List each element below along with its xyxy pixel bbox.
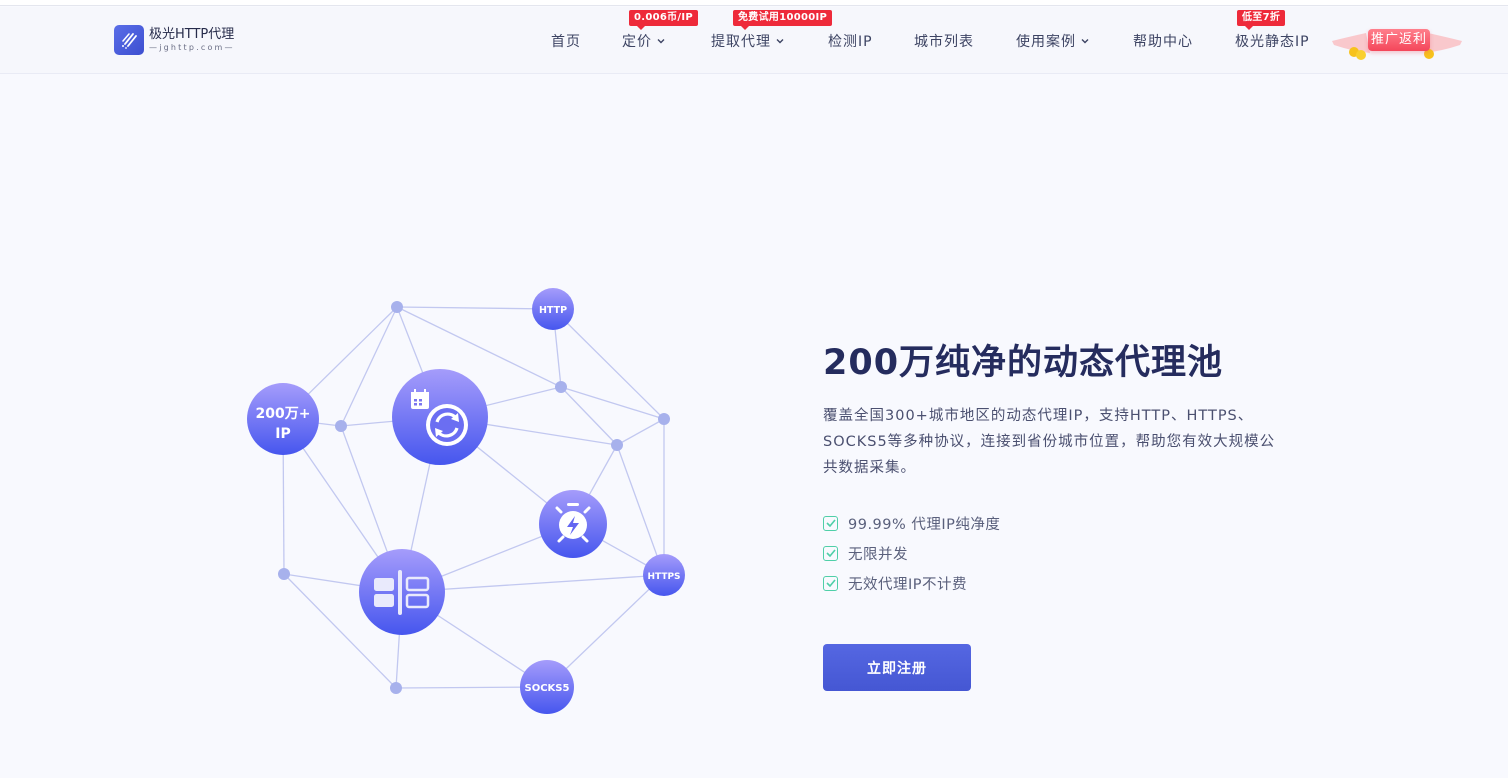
network-edge: [616, 444, 665, 576]
feature-item: 无效代理IP不计费: [823, 568, 1000, 598]
nav-help-center[interactable]: 帮助中心: [1133, 31, 1193, 51]
feature-text: 无限并发: [848, 546, 908, 563]
socks5-node: SOCKS5: [520, 660, 574, 714]
nav-home[interactable]: 首页: [551, 31, 581, 51]
nav-pricing-label: 定价: [622, 34, 652, 50]
check-icon: [823, 545, 838, 561]
check-icon: [823, 575, 838, 591]
layout-panels-icon: [359, 549, 445, 635]
network-edge: [546, 574, 665, 688]
nav-home-label: 首页: [551, 34, 581, 50]
network-edge: [396, 306, 554, 310]
pricing-badge: 0.006币/IP: [629, 10, 699, 30]
network-edge: [616, 418, 665, 446]
network-junction-dot: [611, 439, 623, 451]
hero-title: 200万纯净的动态代理池: [823, 343, 1224, 383]
ip-pool-line2: IP: [275, 426, 290, 442]
network-edge: [560, 386, 665, 420]
extract-badge: 免费试用10000IP: [733, 10, 833, 30]
network-edge: [439, 386, 562, 418]
http-node: HTTP: [532, 288, 574, 330]
nav-help-center-label: 帮助中心: [1133, 34, 1193, 50]
register-button[interactable]: 立即注册: [823, 644, 971, 691]
network-junction-dot: [335, 420, 347, 432]
socks5-label: SOCKS5: [525, 683, 570, 694]
chevron-down-icon: [1081, 39, 1089, 44]
browser-top-edge: [0, 0, 1508, 6]
network-junctions: [278, 301, 670, 694]
network-edge: [396, 306, 562, 388]
chevron-down-icon: [776, 39, 784, 44]
chevron-down-icon: [657, 39, 665, 44]
promo-rebate-button[interactable]: 推广返利: [1330, 25, 1464, 61]
feature-item: 99.99% 代理IP纯净度: [823, 508, 1000, 538]
network-junction-dot: [391, 301, 403, 313]
feature-item: 无限并发: [823, 538, 1000, 568]
network-edge: [340, 306, 398, 427]
network-edge: [439, 416, 618, 446]
network-edge: [282, 418, 403, 593]
network-edge: [282, 418, 342, 427]
network-edge: [439, 416, 574, 525]
network-edge: [282, 306, 398, 420]
network-edge: [282, 418, 285, 575]
logo-subtitle: —jghttp.com—: [149, 43, 235, 52]
network-edge: [395, 686, 548, 689]
network-junction-dot: [658, 413, 670, 425]
stopwatch-lightning-icon: [539, 490, 607, 558]
http-label: HTTP: [539, 305, 567, 316]
feature-text: 99.99% 代理IP纯净度: [848, 516, 1001, 533]
network-edge: [283, 573, 403, 593]
nav-city-list-label: 城市列表: [914, 34, 974, 50]
https-label: HTTPS: [647, 572, 680, 582]
network-edge: [395, 591, 403, 689]
network-illustration: 200万+ IP HTTP HTTPS SOCKS5: [247, 288, 685, 714]
nav-city-list[interactable]: 城市列表: [914, 31, 974, 51]
network-edges: [282, 306, 665, 689]
feature-list: 99.99% 代理IP纯净度 无限并发 无效代理IP不计费: [823, 508, 1000, 598]
calendar-rotate-icon: [392, 369, 488, 465]
network-edge: [340, 425, 403, 593]
network-junction-dot: [555, 381, 567, 393]
feature-text: 无效代理IP不计费: [848, 576, 968, 593]
nav-extract-proxy-label: 提取代理: [711, 34, 771, 50]
nav-static-ip-label: 极光静态IP: [1235, 34, 1310, 50]
https-node: HTTPS: [643, 554, 685, 596]
nav-extract-proxy[interactable]: 提取代理: [711, 31, 784, 51]
network-edge: [401, 591, 548, 688]
check-icon: [823, 515, 838, 531]
ip-pool-node: 200万+ IP: [247, 383, 319, 455]
network-edge: [401, 416, 441, 593]
nav-static-ip[interactable]: 极光静态IP: [1235, 31, 1310, 51]
logo[interactable]: 极光HTTP代理 —jghttp.com—: [114, 25, 235, 55]
network-edge: [340, 416, 441, 427]
network-edge: [560, 386, 618, 446]
network-edge: [552, 308, 562, 388]
nav-use-cases[interactable]: 使用案例: [1016, 31, 1089, 51]
network-edge: [572, 444, 618, 525]
network-junction-dot: [390, 682, 402, 694]
network-junction-dot: [278, 568, 290, 580]
network-edge: [572, 523, 665, 576]
nav-use-cases-label: 使用案例: [1016, 34, 1076, 50]
hero-description: 覆盖全国300+城市地区的动态代理IP，支持HTTP、HTTPS、SOCKS5等…: [823, 408, 1276, 476]
network-edge: [396, 306, 441, 418]
static-ip-badge: 低至7折: [1237, 10, 1286, 30]
comet-lines-icon: [114, 25, 144, 55]
promo-label: 推广返利: [1368, 29, 1430, 51]
ip-pool-line1: 200万+: [256, 406, 311, 422]
network-edge: [552, 308, 665, 420]
nav-check-ip[interactable]: 检测IP: [828, 31, 873, 51]
network-edge: [401, 523, 574, 593]
logo-title: 极光HTTP代理: [149, 27, 235, 42]
nav-pricing[interactable]: 定价: [622, 31, 665, 51]
network-edge: [283, 573, 397, 689]
network-edge: [401, 574, 665, 593]
site-header: 极光HTTP代理 —jghttp.com— 首页 0.006币/IP 定价 免费…: [0, 7, 1508, 74]
nav-check-ip-label: 检测IP: [828, 34, 873, 50]
